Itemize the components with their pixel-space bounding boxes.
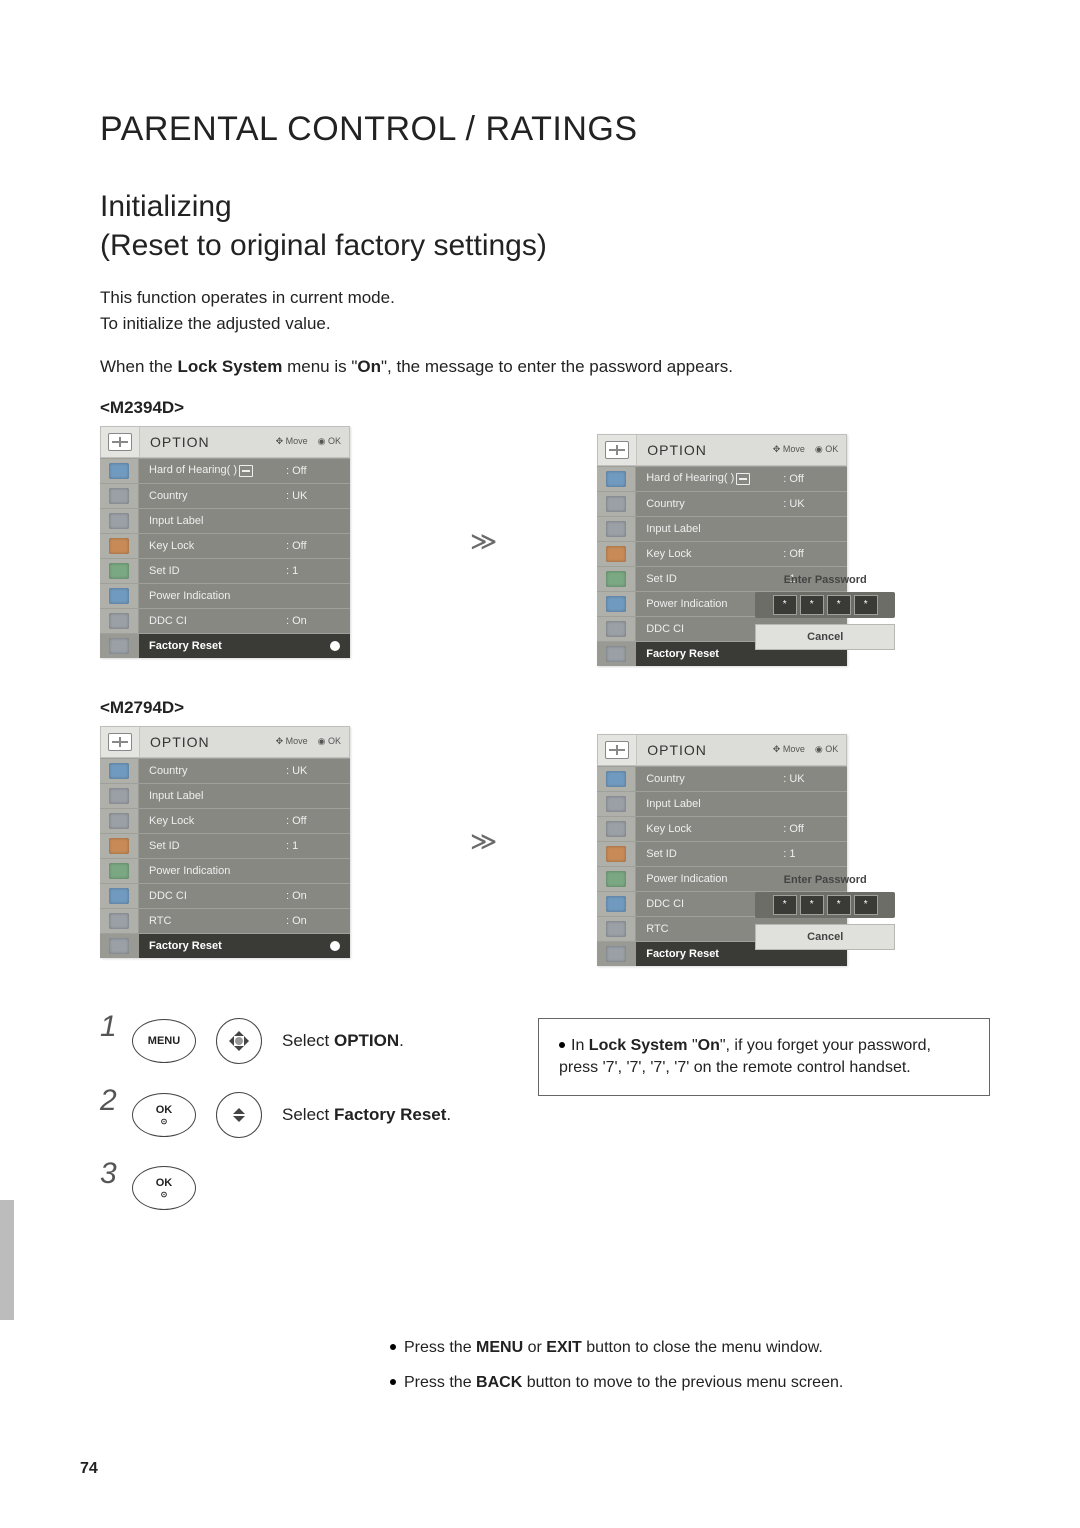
osd-title: OPTION [140,434,276,450]
ok-button-icon: OK⊙ [132,1093,196,1137]
password-field[interactable]: **** [755,892,895,918]
osd-hints: ✥ Move ◉ OK [276,436,349,447]
osd-b-left: OPTION ✥ Move◉ OK Country: UK Input Labe… [100,726,350,958]
password-popup: Enter Password **** Cancel [755,574,895,650]
option-icon [101,727,140,757]
arrow-right-icon: ≫ [350,526,597,557]
ok-button-icon: OK⊙ [132,1166,196,1210]
caption-icon [736,473,750,485]
updown-icon [216,1092,262,1138]
model-label-a: <M2394D> [100,398,990,418]
screens-row-b: OPTION ✥ Move◉ OK Country: UK Input Labe… [100,726,990,958]
osd-row[interactable]: Hard of Hearing( ): Off [100,458,350,483]
option-icon [598,435,637,465]
password-field[interactable]: **** [755,592,895,618]
osd-row[interactable]: Key Lock: Off [597,541,847,566]
section-title: Initializing (Reset to original factory … [100,187,990,265]
osd-row[interactable]: Input Label [597,516,847,541]
osd-row[interactable]: Key Lock: Off [100,808,350,833]
cancel-button[interactable]: Cancel [755,924,895,950]
bullet-icon [559,1042,565,1048]
bullet-icon [390,1379,396,1385]
enter-password-label: Enter Password [755,874,895,886]
osd-row[interactable]: Input Label [597,791,847,816]
radio-filled-icon [330,941,340,951]
cancel-button[interactable]: Cancel [755,624,895,650]
password-popup: Enter Password **** Cancel [755,874,895,950]
step-text: Select Factory Reset. [282,1105,451,1125]
radio-filled-icon [330,641,340,651]
enter-password-label: Enter Password [755,574,895,586]
step-text: Select OPTION. [282,1031,404,1051]
osd-row[interactable]: Set ID: 1 [597,841,847,866]
step-2: 2 OK⊙ Select Factory Reset. [100,1092,451,1138]
page-number: 74 [80,1460,98,1478]
model-label-b: <M2794D> [100,698,990,718]
menu-button-icon: MENU [132,1019,196,1063]
tip-box: In Lock System "On", if you forget your … [538,1018,990,1097]
option-icon [598,735,637,765]
osd-a-left: OPTION ✥ Move ◉ OK Hard of Hearing( ): O… [100,426,350,658]
osd-row-selected[interactable]: Factory Reset [100,633,350,658]
osd-row[interactable]: Power Indication [100,583,350,608]
osd-row[interactable]: Power Indication [100,858,350,883]
footer-notes: Press the MENU or EXIT button to close t… [390,1330,990,1400]
step-number: 2 [100,1084,120,1118]
screens-row-a: OPTION ✥ Move ◉ OK Hard of Hearing( ): O… [100,426,990,658]
osd-row[interactable]: RTC: On [100,908,350,933]
page-tab [0,1200,14,1320]
page-title: PARENTAL CONTROL / RATINGS [100,110,990,149]
osd-row[interactable]: Hard of Hearing( ): Off [597,466,847,491]
osd-row[interactable]: Country: UK [597,766,847,791]
osd-row[interactable]: Key Lock: Off [100,533,350,558]
intro-text: This function operates in current mode. … [100,285,990,336]
osd-row[interactable]: Set ID: 1 [100,558,350,583]
step-number: 3 [100,1157,120,1191]
osd-row[interactable]: Key Lock: Off [597,816,847,841]
option-icon [101,427,140,457]
dpad-icon [216,1018,262,1064]
step-1: 1 MENU Select OPTION. [100,1018,451,1064]
osd-row[interactable]: Country: UK [100,758,350,783]
osd-row[interactable]: Country: UK [100,483,350,508]
arrow-right-icon: ≫ [350,826,597,857]
osd-row[interactable]: DDC CI: On [100,883,350,908]
osd-row-selected[interactable]: Factory Reset [100,933,350,958]
osd-row[interactable]: DDC CI: On [100,608,350,633]
osd-header: OPTION ✥ Move ◉ OK [100,426,350,458]
lock-note: When the Lock System menu is "On", the m… [100,354,990,380]
osd-row[interactable]: Country: UK [597,491,847,516]
osd-row[interactable]: Set ID: 1 [100,833,350,858]
osd-row[interactable]: Input Label [100,783,350,808]
bullet-icon [390,1344,396,1350]
step-3: 3 OK⊙ [100,1166,451,1210]
steps-list: 1 MENU Select OPTION. 2 OK⊙ Select Facto… [100,1018,451,1210]
caption-icon [239,465,253,477]
step-number: 1 [100,1010,120,1044]
osd-row[interactable]: Input Label [100,508,350,533]
